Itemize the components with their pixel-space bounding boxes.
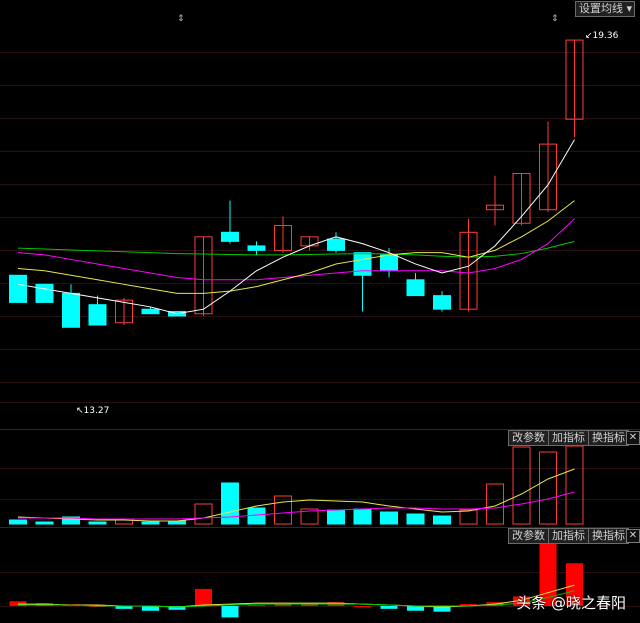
- volume-bar: [380, 511, 398, 525]
- volume-bar: [539, 451, 557, 525]
- drag-handle-icon[interactable]: ⇕: [177, 14, 185, 24]
- ma-setting-button[interactable]: 设置均线 ▾: [575, 1, 635, 17]
- volume-ma-line: [18, 491, 575, 520]
- drag-handle-icon[interactable]: ⇕: [551, 14, 559, 24]
- volume-bar: [433, 515, 451, 525]
- volume-bar: [406, 513, 425, 525]
- volume-bar: [512, 446, 531, 525]
- candle-down: [353, 252, 372, 276]
- volume-ma-line: [17, 468, 575, 522]
- add-indicator-button[interactable]: 加指标: [548, 430, 589, 446]
- switch-indicator-button[interactable]: 换指标: [588, 430, 629, 446]
- edit-params-button[interactable]: 改参数: [508, 528, 549, 544]
- volume-bar: [327, 509, 345, 525]
- macd-bar-up: [354, 606, 371, 607]
- close-label: ✕: [628, 530, 638, 541]
- low-price-value: 13.27: [83, 406, 110, 416]
- add-indicator-label: 加指标: [552, 529, 585, 542]
- low-price-label: ↖13.27: [76, 406, 109, 416]
- chevron-down-icon: ▾: [626, 2, 633, 15]
- macd-panel[interactable]: 改参数 加指标 换指标 ✕ 头条 @晓之春阳: [0, 528, 640, 623]
- volume-panel[interactable]: 改参数 加指标 换指标 ✕: [0, 430, 640, 526]
- candle-down: [35, 283, 54, 303]
- high-price-value: 19.36: [592, 31, 619, 41]
- candle-down: [221, 231, 239, 242]
- price-panel[interactable]: ⇕ ⇕ 设置均线 ▾ ↙19.36 ↖13.27: [0, 0, 640, 428]
- watermark: 头条 @晓之春阳: [516, 594, 626, 612]
- arrow-icon: ↙: [585, 31, 593, 41]
- volume-bar: [353, 508, 372, 525]
- macd-bar-up: [248, 605, 265, 607]
- switch-indicator-label: 换指标: [592, 431, 625, 444]
- volume-bar: [194, 503, 213, 525]
- candle-down: [380, 254, 398, 272]
- edit-params-label: 改参数: [512, 431, 545, 444]
- ma10-line: [17, 200, 575, 294]
- volume-bar: [274, 495, 292, 525]
- volume-bar: [486, 483, 504, 525]
- candle-down: [247, 245, 266, 251]
- edit-params-button[interactable]: 改参数: [508, 430, 549, 446]
- volume-bar: [35, 521, 54, 525]
- arrow-icon: ↖: [76, 406, 84, 416]
- macd-bar-down: [380, 606, 398, 609]
- volume-bar: [221, 482, 239, 525]
- candle-down: [406, 279, 425, 297]
- add-indicator-button[interactable]: 加指标: [548, 528, 589, 544]
- volume-bar: [141, 521, 160, 525]
- close-label: ✕: [628, 432, 638, 443]
- volume-bar: [565, 445, 584, 525]
- high-price-label: ↙19.36: [585, 31, 618, 41]
- volume-bar: [247, 507, 266, 525]
- candle-down: [141, 308, 160, 315]
- candle-down: [433, 295, 451, 310]
- volume-bar: [88, 521, 107, 525]
- candle-down: [327, 238, 345, 251]
- volume-bar: [459, 509, 478, 525]
- candle-down: [62, 292, 80, 328]
- candle-down: [88, 304, 107, 326]
- volume-bar: [9, 519, 27, 525]
- ma-setting-label: 设置均线: [579, 2, 623, 15]
- macd-bar-up: [195, 588, 212, 606]
- add-indicator-label: 加指标: [552, 431, 585, 444]
- close-icon[interactable]: ✕: [626, 431, 640, 445]
- ma5-line: [17, 139, 575, 315]
- price-chart: [9, 39, 584, 328]
- candle-down: [9, 274, 27, 303]
- close-icon[interactable]: ✕: [626, 529, 640, 543]
- edit-params-label: 改参数: [512, 529, 545, 542]
- switch-indicator-label: 换指标: [592, 529, 625, 542]
- switch-indicator-button[interactable]: 换指标: [588, 528, 629, 544]
- macd-bar-down: [221, 606, 239, 618]
